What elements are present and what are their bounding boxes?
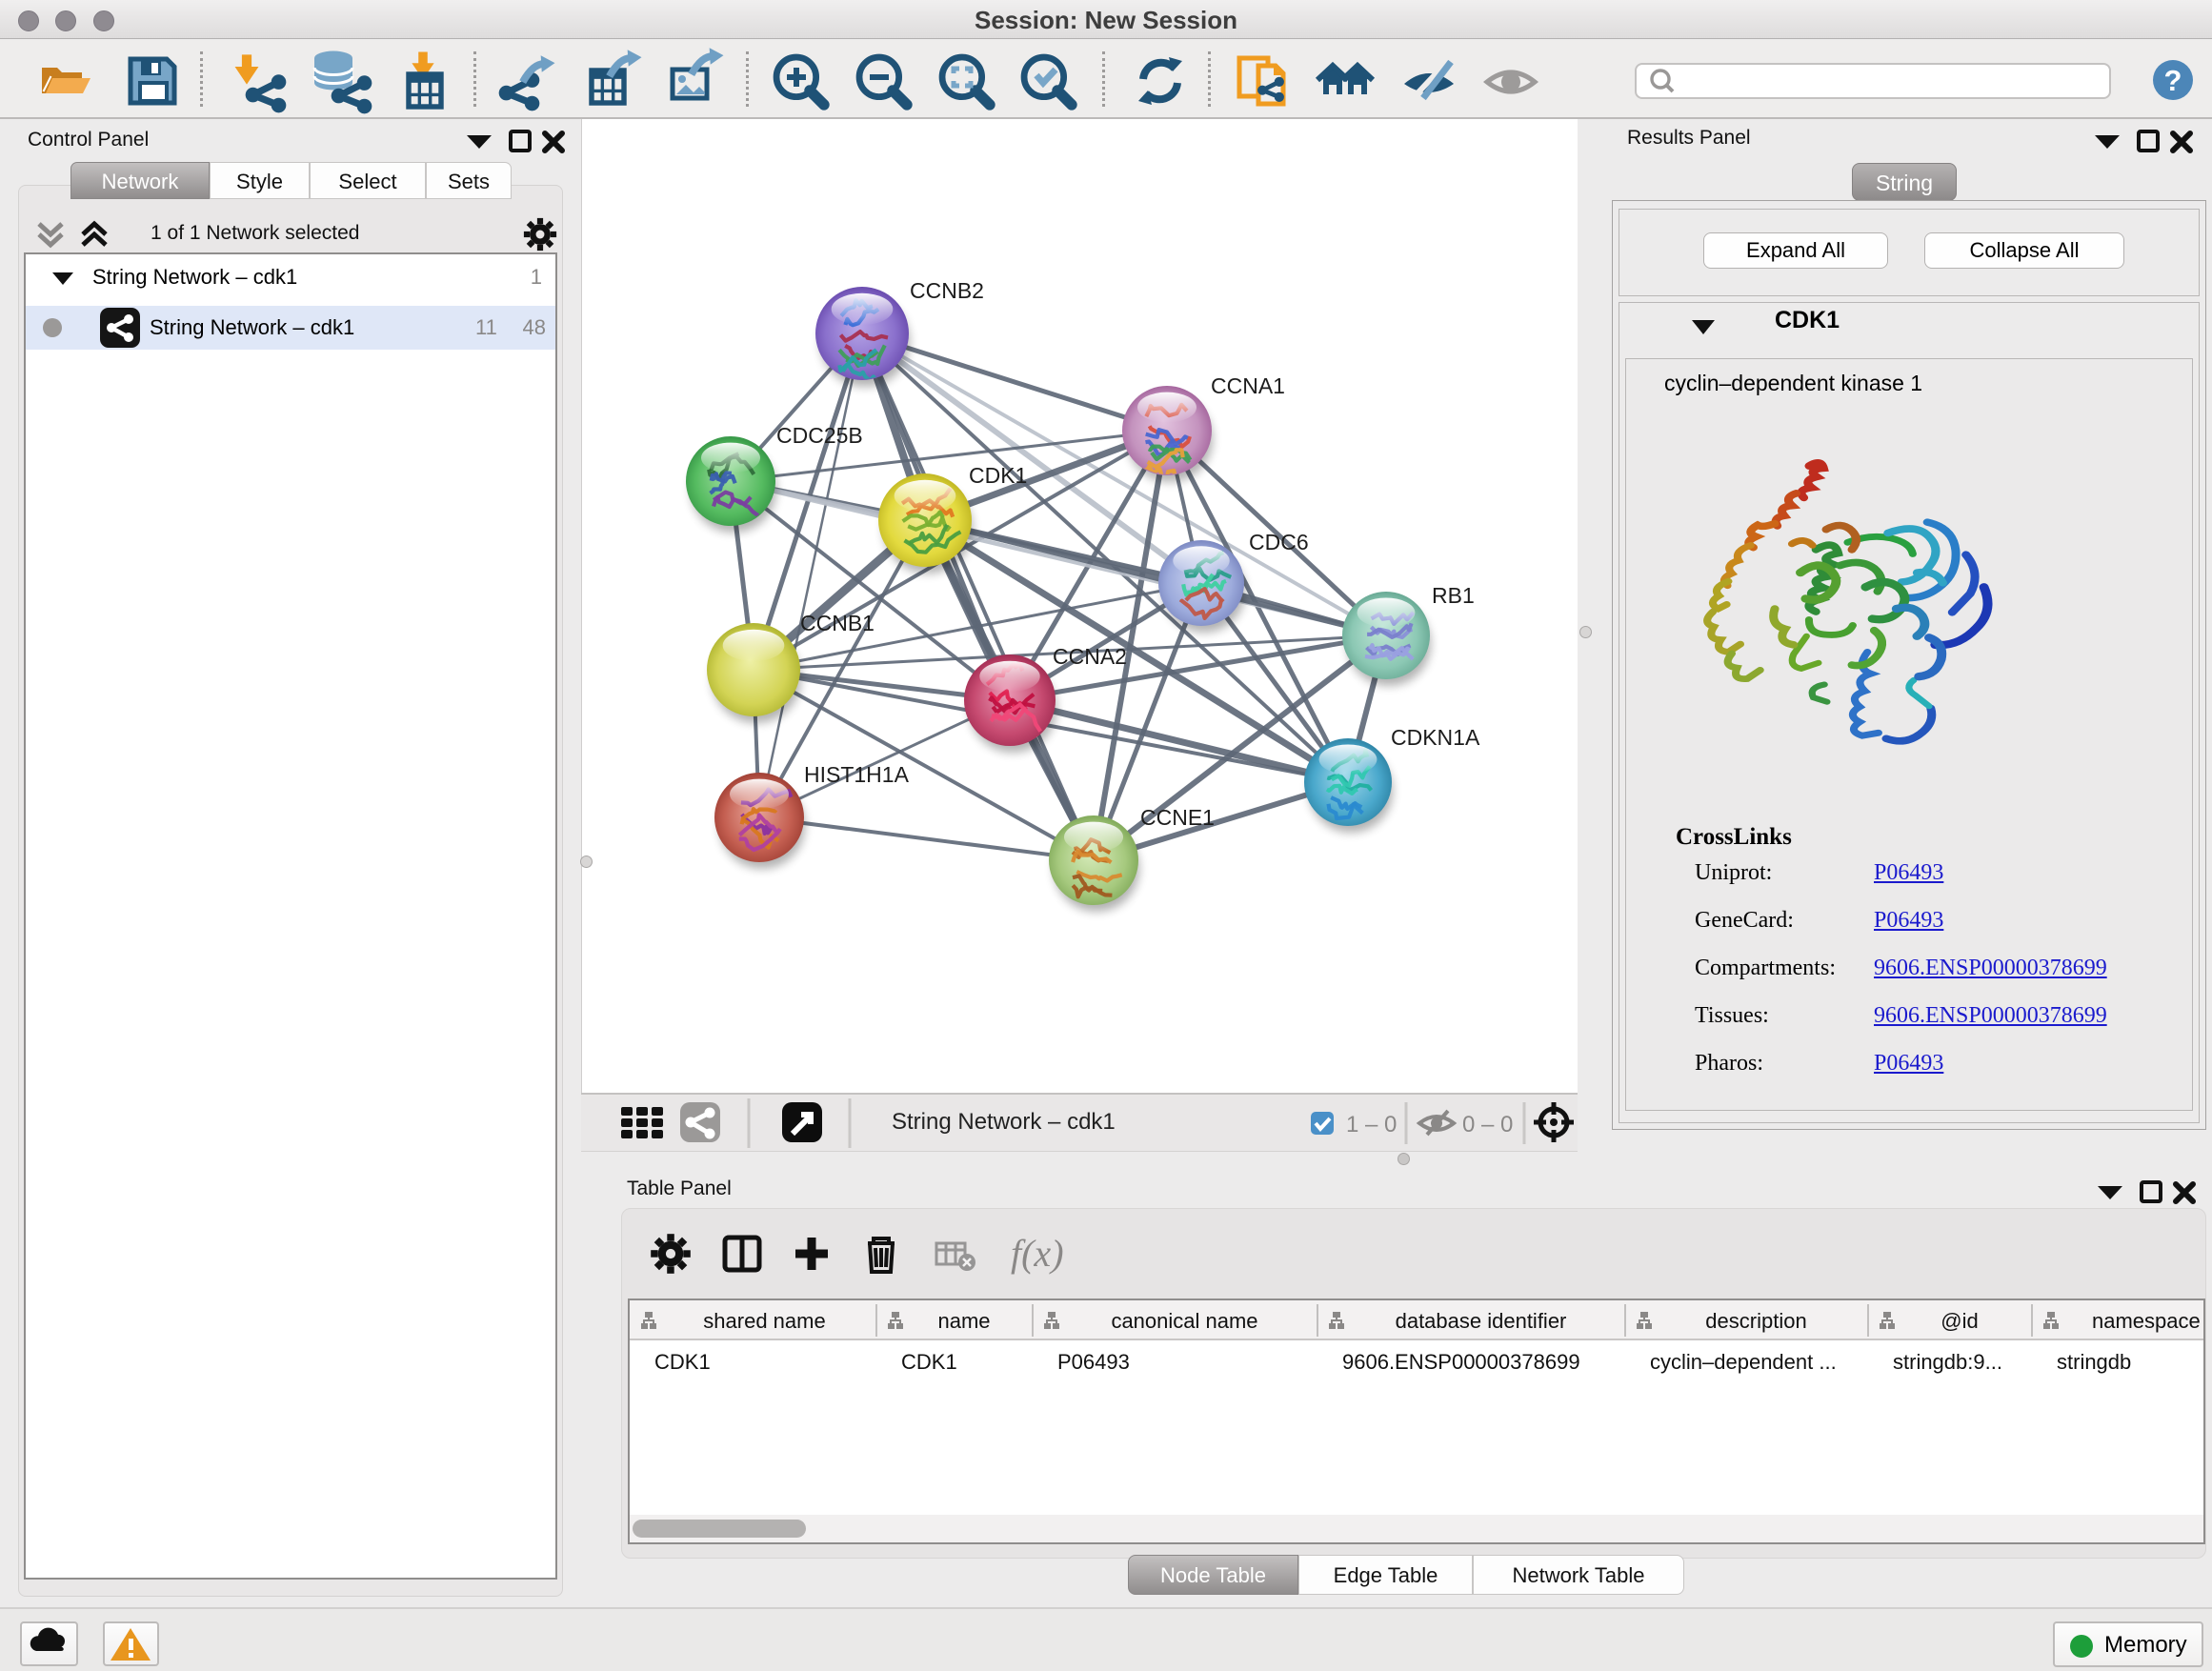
svg-text:cyclin–dependent ...: cyclin–dependent ... <box>1650 1350 1837 1374</box>
svg-text:CDKN1A: CDKN1A <box>1391 725 1480 750</box>
svg-text:@id: @id <box>1941 1309 1978 1333</box>
svg-text:RB1: RB1 <box>1432 583 1475 608</box>
svg-text:HIST1H1A: HIST1H1A <box>804 762 910 787</box>
svg-text:1 – 0: 1 – 0 <box>1346 1112 1397 1137</box>
svg-text:CDC25B: CDC25B <box>776 423 863 448</box>
svg-text:CDK1: CDK1 <box>654 1350 711 1374</box>
svg-text:CCNB1: CCNB1 <box>800 611 875 635</box>
svg-text:CDK1: CDK1 <box>901 1350 957 1374</box>
svg-text:0 – 0: 0 – 0 <box>1462 1112 1513 1137</box>
svg-text:CDC6: CDC6 <box>1249 530 1309 554</box>
svg-text:stringdb: stringdb <box>2057 1350 2131 1374</box>
svg-text:f(x): f(x) <box>1011 1232 1064 1275</box>
svg-text:database identifier: database identifier <box>1396 1309 1567 1333</box>
svg-text:CCNB2: CCNB2 <box>910 278 984 303</box>
svg-text:stringdb:9...: stringdb:9... <box>1893 1350 2002 1374</box>
svg-text:9606.ENSP00000378699: 9606.ENSP00000378699 <box>1342 1350 1580 1374</box>
svg-text:CDK1: CDK1 <box>969 463 1027 488</box>
svg-text:P06493: P06493 <box>1057 1350 1130 1374</box>
svg-text:CCNA2: CCNA2 <box>1053 644 1127 669</box>
svg-text:?: ? <box>2164 64 2182 97</box>
svg-text:shared name: shared name <box>703 1309 825 1333</box>
svg-text:canonical name: canonical name <box>1111 1309 1257 1333</box>
svg-text:name: name <box>937 1309 990 1333</box>
svg-text:namespace: namespace <box>2092 1309 2201 1333</box>
svg-text:CCNE1: CCNE1 <box>1140 805 1215 830</box>
svg-text:CCNA1: CCNA1 <box>1211 373 1285 398</box>
svg-text:description: description <box>1705 1309 1806 1333</box>
